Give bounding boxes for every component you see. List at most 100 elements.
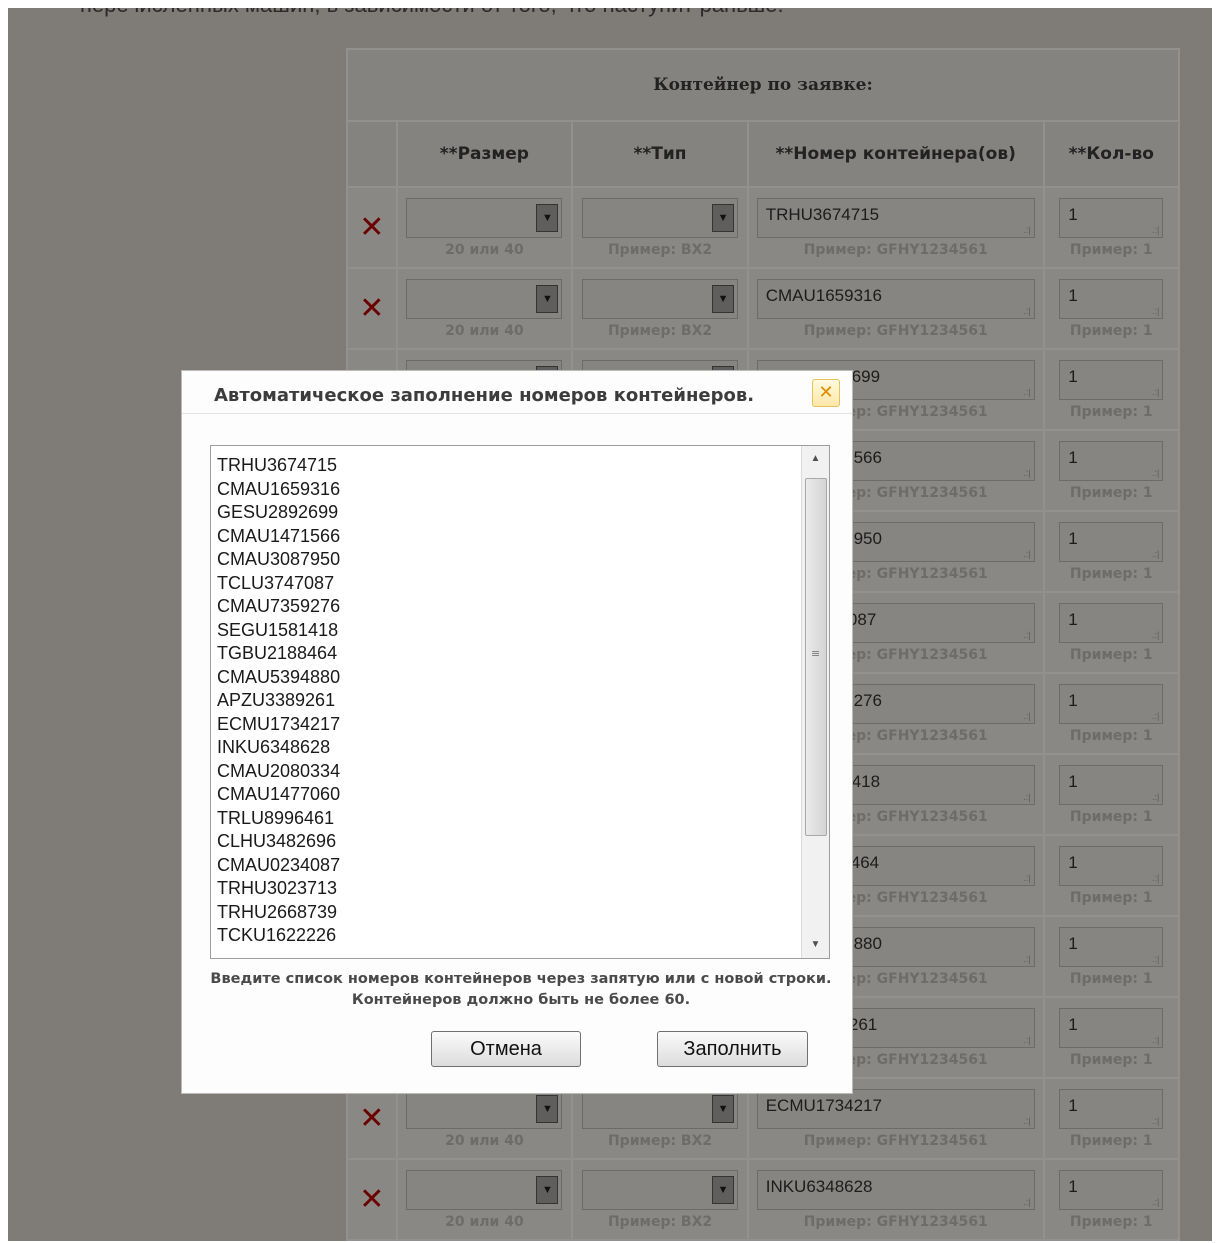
quantity-value: 1: [1068, 934, 1078, 953]
fill-button[interactable]: Заполнить: [657, 1031, 808, 1067]
chevron-down-icon[interactable]: ▼: [712, 1176, 735, 1204]
resize-grip-icon[interactable]: .:|: [1023, 387, 1030, 397]
quantity-input[interactable]: 1 .:|: [1059, 360, 1164, 400]
textarea-scrollbar[interactable]: ▲ ≡ ▼: [801, 446, 829, 958]
size-hint: 20 или 40: [445, 242, 524, 258]
container-list-textarea[interactable]: TRHU3674715 CMAU1659316 GESU2892699 CMAU147…: [210, 445, 830, 959]
resize-grip-icon[interactable]: .:|: [1023, 1116, 1030, 1126]
resize-grip-icon[interactable]: .:|: [1152, 873, 1159, 883]
resize-grip-icon[interactable]: .:|: [1023, 630, 1030, 640]
delete-x-icon[interactable]: ✕: [359, 1103, 384, 1134]
chevron-down-icon[interactable]: ▼: [712, 1095, 735, 1123]
qty-hint: Пример: 1: [1069, 890, 1153, 906]
delete-x-icon[interactable]: ✕: [359, 293, 384, 324]
qty-cell: 1 .:| Пример: 1: [1042, 672, 1181, 755]
resize-grip-icon[interactable]: .:|: [1023, 1035, 1030, 1045]
size-select[interactable]: ▼: [406, 279, 563, 319]
type-select[interactable]: ▼: [582, 1170, 739, 1210]
resize-grip-icon[interactable]: .:|: [1023, 1197, 1030, 1207]
size-select[interactable]: ▼: [406, 1170, 563, 1210]
scroll-down-icon[interactable]: ▼: [802, 932, 829, 958]
container-number-input[interactable]: CMAU1659316 .:|: [756, 279, 1035, 319]
container-list-line: CMAU2080334: [217, 760, 341, 781]
resize-grip-icon[interactable]: .:|: [1023, 711, 1030, 721]
delete-x-icon[interactable]: ✕: [359, 1184, 384, 1215]
container-list-line: TRHU3674715: [217, 455, 338, 475]
quantity-input[interactable]: 1 .:|: [1059, 603, 1164, 643]
quantity-input[interactable]: 1 .:|: [1059, 684, 1164, 724]
quantity-input[interactable]: 1 .:|: [1059, 1170, 1164, 1210]
container-list-line: INKU6348628: [217, 737, 331, 757]
type-select[interactable]: ▼: [582, 198, 739, 238]
resize-grip-icon[interactable]: .:|: [1152, 1035, 1159, 1045]
delete-x-icon[interactable]: ✕: [359, 212, 384, 243]
type-select[interactable]: ▼: [582, 279, 739, 319]
quantity-input[interactable]: 1 .:|: [1059, 279, 1164, 319]
chevron-down-icon[interactable]: ▼: [536, 204, 559, 232]
container-number-input[interactable]: ECMU1734217 .:|: [756, 1089, 1035, 1129]
resize-grip-icon[interactable]: .:|: [1023, 792, 1030, 802]
qty-hint: Пример: 1: [1069, 485, 1153, 501]
quantity-input[interactable]: 1 .:|: [1059, 522, 1164, 562]
chevron-down-icon[interactable]: ▼: [536, 1095, 559, 1123]
cancel-button[interactable]: Отмена: [431, 1031, 581, 1067]
page-background: перечисленных машин, в зависимости от то…: [8, 8, 1212, 1241]
quantity-input[interactable]: 1 .:|: [1059, 927, 1164, 967]
resize-grip-icon[interactable]: .:|: [1023, 468, 1030, 478]
qty-hint: Пример: 1: [1069, 647, 1153, 663]
type-cell: ▼ Пример: BX2: [571, 1158, 749, 1241]
qty-hint: Пример: 1: [1069, 323, 1153, 339]
quantity-input[interactable]: 1 .:|: [1059, 1089, 1164, 1129]
size-select[interactable]: ▼: [406, 1089, 563, 1129]
header-delete: [346, 120, 398, 188]
scroll-thumb[interactable]: ≡: [805, 478, 827, 836]
resize-grip-icon[interactable]: .:|: [1023, 954, 1030, 964]
resize-grip-icon[interactable]: .:|: [1152, 792, 1159, 802]
resize-grip-icon[interactable]: .:|: [1152, 306, 1159, 316]
quantity-value: 1: [1068, 367, 1078, 386]
resize-grip-icon[interactable]: .:|: [1023, 873, 1030, 883]
close-icon[interactable]: ✕: [812, 379, 840, 407]
table-row: ✕ ▼ 20 или 40 ▼ Пример: BX2 TRHU3674715 .:| При…: [346, 186, 1181, 269]
scroll-up-icon[interactable]: ▲: [802, 446, 829, 472]
resize-grip-icon[interactable]: .:|: [1152, 711, 1159, 721]
type-select[interactable]: ▼: [582, 1089, 739, 1129]
resize-grip-icon[interactable]: .:|: [1023, 549, 1030, 559]
qty-cell: 1 .:| Пример: 1: [1042, 429, 1181, 512]
container-list-line: CMAU7359276: [217, 596, 341, 616]
chevron-down-icon[interactable]: ▼: [536, 1176, 559, 1204]
resize-grip-icon[interactable]: .:|: [1023, 225, 1030, 235]
type-hint: Пример: BX2: [607, 242, 713, 258]
container-list-line: CMAU1471566: [217, 525, 341, 546]
container-list-line: ECMU1734217: [217, 713, 341, 734]
quantity-input[interactable]: 1 .:|: [1059, 198, 1164, 238]
quantity-input[interactable]: 1 .:|: [1059, 441, 1164, 481]
resize-grip-icon[interactable]: .:|: [1152, 954, 1159, 964]
size-cell: ▼ 20 или 40: [395, 1158, 574, 1241]
chevron-down-icon[interactable]: ▼: [536, 285, 559, 313]
quantity-input[interactable]: 1 .:|: [1059, 1008, 1164, 1048]
delete-cell: ✕: [346, 267, 398, 350]
container-list-line: CMAU0234087: [217, 854, 341, 875]
size-cell: ▼ 20 или 40: [395, 267, 574, 350]
resize-grip-icon[interactable]: .:|: [1152, 387, 1159, 397]
resize-grip-icon[interactable]: .:|: [1152, 630, 1159, 640]
type-hint: Пример: BX2: [607, 1133, 713, 1149]
quantity-input[interactable]: 1 .:|: [1059, 765, 1164, 805]
chevron-down-icon[interactable]: ▼: [712, 285, 735, 313]
chevron-down-icon[interactable]: ▼: [712, 204, 735, 232]
resize-grip-icon[interactable]: .:|: [1152, 1197, 1159, 1207]
container-number-input[interactable]: INKU6348628 .:|: [756, 1170, 1035, 1210]
resize-grip-icon[interactable]: .:|: [1023, 306, 1030, 316]
resize-grip-icon[interactable]: .:|: [1152, 1116, 1159, 1126]
resize-grip-icon[interactable]: .:|: [1152, 549, 1159, 559]
size-select[interactable]: ▼: [406, 198, 563, 238]
quantity-value: 1: [1068, 448, 1078, 467]
resize-grip-icon[interactable]: .:|: [1152, 225, 1159, 235]
container-list-line: TRLU8996461: [217, 807, 335, 828]
quantity-value: 1: [1068, 610, 1078, 629]
resize-grip-icon[interactable]: .:|: [1152, 468, 1159, 478]
container-number-input[interactable]: TRHU3674715 .:|: [756, 198, 1035, 238]
number-cell: INKU6348628 .:| Пример: GFHY1234561: [746, 1158, 1045, 1241]
quantity-input[interactable]: 1 .:|: [1059, 846, 1164, 886]
